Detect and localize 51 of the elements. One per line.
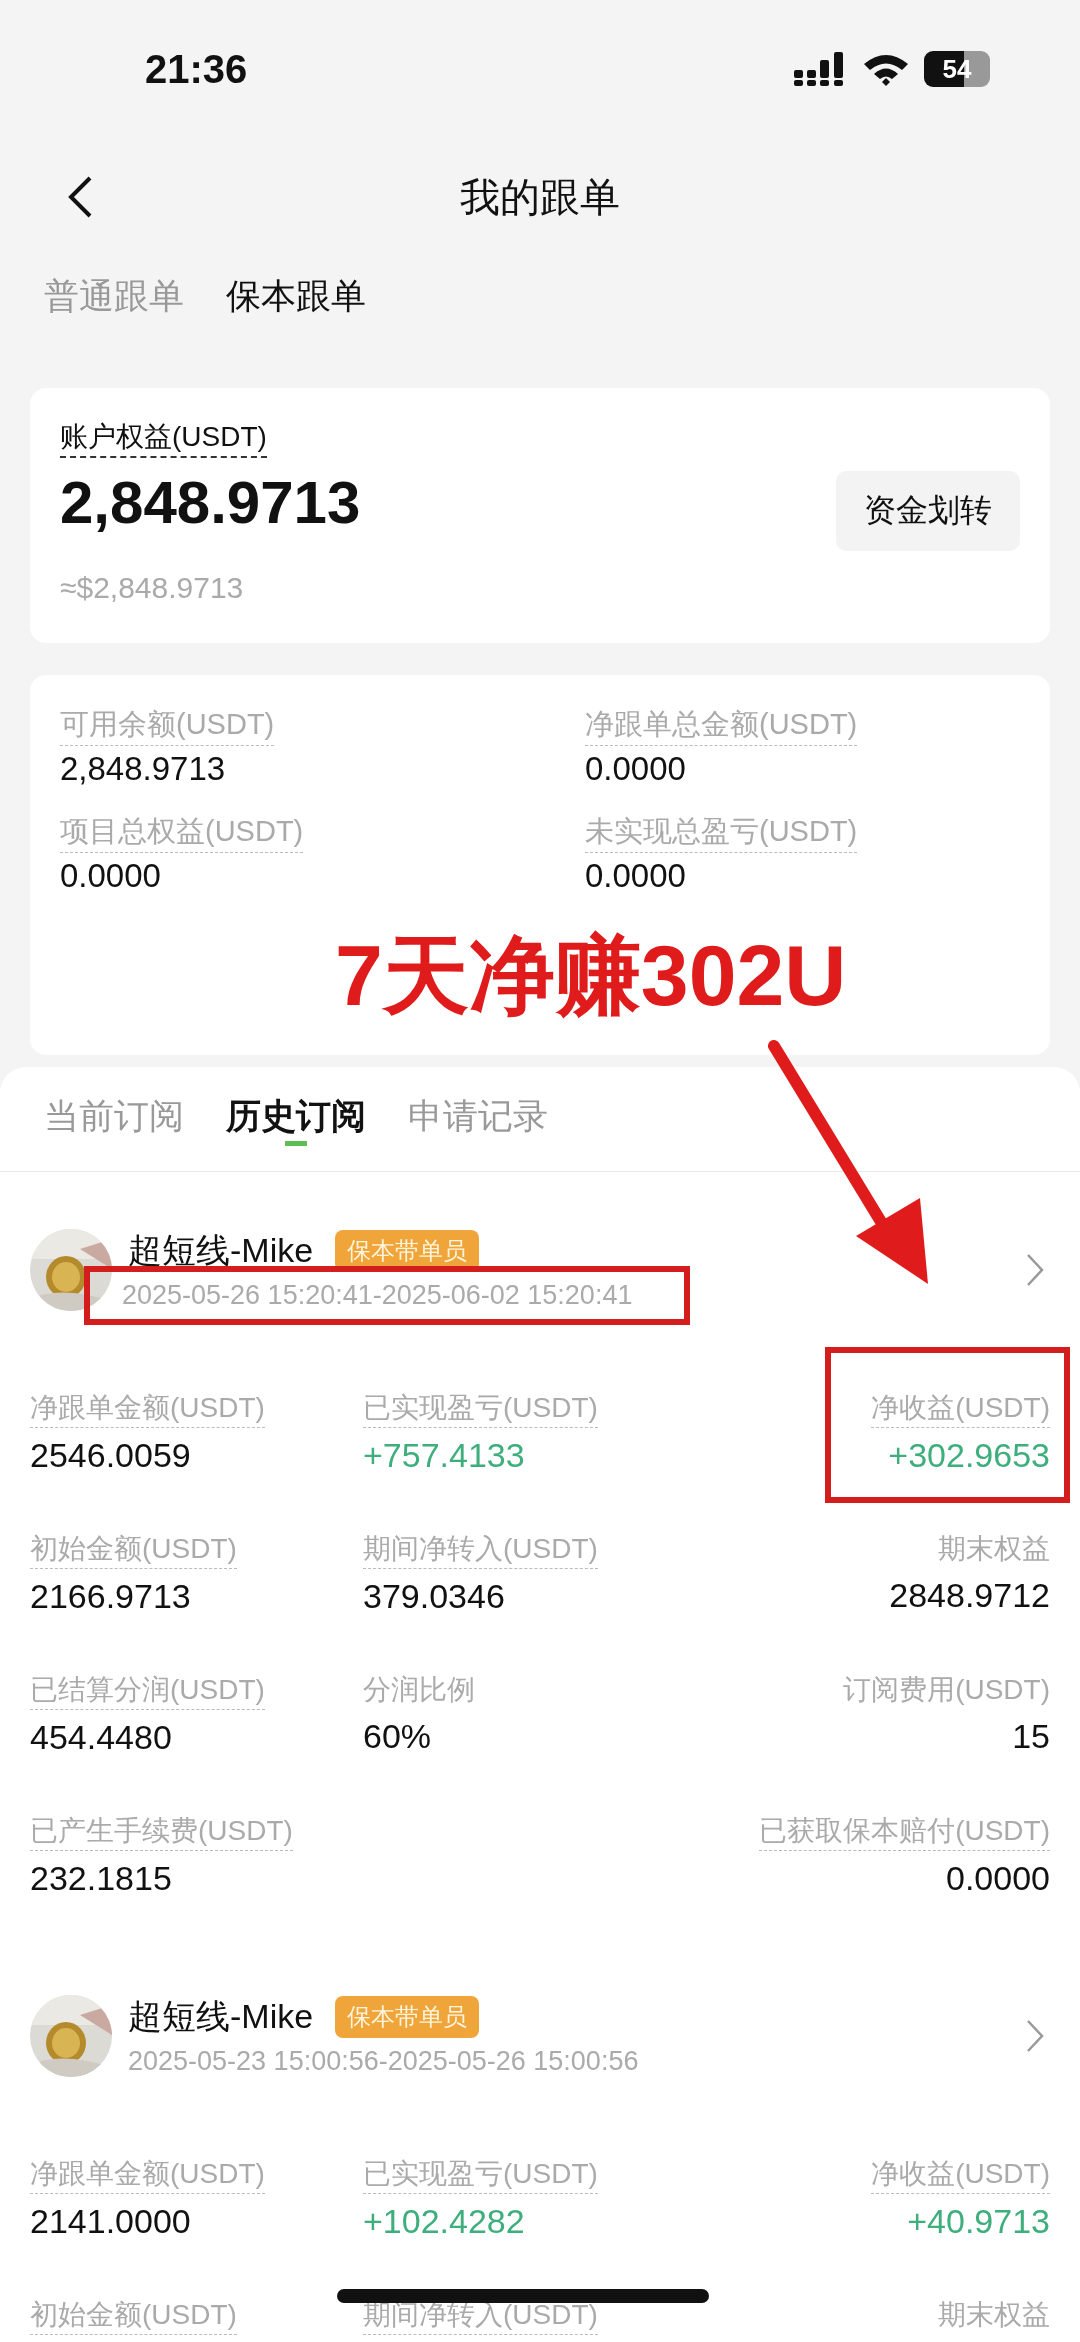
stat-value: 2546.0059 bbox=[30, 1436, 191, 1475]
stat-label: 净收益(USDT) bbox=[871, 1389, 1050, 1428]
stat-value: 2848.9712 bbox=[889, 1576, 1050, 1615]
trader-name: 超短线-Mike bbox=[128, 1996, 314, 2037]
equity-approx-value: ≈$2,848.9713 bbox=[60, 571, 245, 605]
stat-value: 2141.0000 bbox=[30, 2202, 191, 2241]
stat-value: 379.0346 bbox=[363, 1577, 505, 1616]
summary-label: 可用余额(USDT) bbox=[60, 705, 275, 746]
stat-value: +302.9653 bbox=[888, 1436, 1050, 1475]
stat-label: 分润比例 bbox=[363, 1673, 475, 1707]
equity-value: 2,848.9713 bbox=[60, 468, 361, 537]
stat-label: 已获取保本赔付(USDT) bbox=[759, 1812, 1050, 1851]
stat-label: 期末权益 bbox=[938, 1532, 1050, 1566]
stat-value: 0.0000 bbox=[946, 1859, 1050, 1898]
stat-label: 净跟单金额(USDT) bbox=[30, 1389, 265, 1428]
stat-value: 60% bbox=[363, 1717, 432, 1756]
summary-value: 0.0000 bbox=[585, 750, 686, 788]
stat-value: 2166.9713 bbox=[30, 1577, 191, 1616]
summary-label: 净跟单总金额(USDT) bbox=[585, 705, 858, 746]
date-range: 2025-05-26 15:20:41-2025-06-02 15:20:41 bbox=[84, 1266, 691, 1325]
summary-label: 项目总权益(USDT) bbox=[60, 812, 304, 853]
summary-label: 未实现总盈亏(USDT) bbox=[585, 812, 858, 853]
stat-label: 已产生手续费(USDT) bbox=[30, 1812, 293, 1851]
status-time: 21:36 bbox=[145, 46, 248, 92]
summary-value: 2,848.9713 bbox=[60, 750, 226, 788]
summary-value: 0.0000 bbox=[60, 857, 161, 895]
stat-label: 初始金额(USDT) bbox=[30, 1530, 237, 1569]
stat-label: 订阅费用(USDT) bbox=[843, 1673, 1050, 1707]
stat-label: 净跟单金额(USDT) bbox=[30, 2155, 265, 2194]
stat-value: 454.4480 bbox=[30, 1718, 172, 1757]
stat-value: +40.9713 bbox=[907, 2202, 1050, 2241]
stat-label: 期间净转入(USDT) bbox=[363, 1530, 598, 1569]
summary-value: 0.0000 bbox=[585, 857, 686, 895]
date-range: 2025-05-23 15:00:56-2025-05-26 15:00:56 bbox=[128, 2046, 639, 2077]
wifi-icon bbox=[862, 52, 910, 86]
stat-label: 期末权益 bbox=[938, 2298, 1050, 2332]
stat-label: 已实现盈亏(USDT) bbox=[363, 1389, 598, 1428]
stat-value: 15 bbox=[1012, 1717, 1050, 1756]
annotation-text: 7天净赚302U bbox=[335, 926, 847, 1025]
equity-label: 账户权益(USDT) bbox=[60, 418, 267, 458]
stat-label: 初始金额(USDT) bbox=[30, 2296, 237, 2335]
stat-label: 已实现盈亏(USDT) bbox=[363, 2155, 598, 2194]
stat-value: +757.4133 bbox=[363, 1436, 525, 1475]
transfer-button[interactable]: 资金划转 bbox=[836, 470, 1020, 551]
stat-value: 232.1815 bbox=[30, 1859, 172, 1898]
stat-label: 已结算分润(USDT) bbox=[30, 1671, 265, 1710]
mode-tab[interactable]: 保本跟单 bbox=[226, 272, 366, 320]
role-badge: 保本带单员 bbox=[335, 1996, 480, 2038]
stat-value: +102.4282 bbox=[363, 2202, 525, 2241]
page-title: 我的跟单 bbox=[460, 173, 620, 221]
stat-label: 净收益(USDT) bbox=[871, 2155, 1050, 2194]
